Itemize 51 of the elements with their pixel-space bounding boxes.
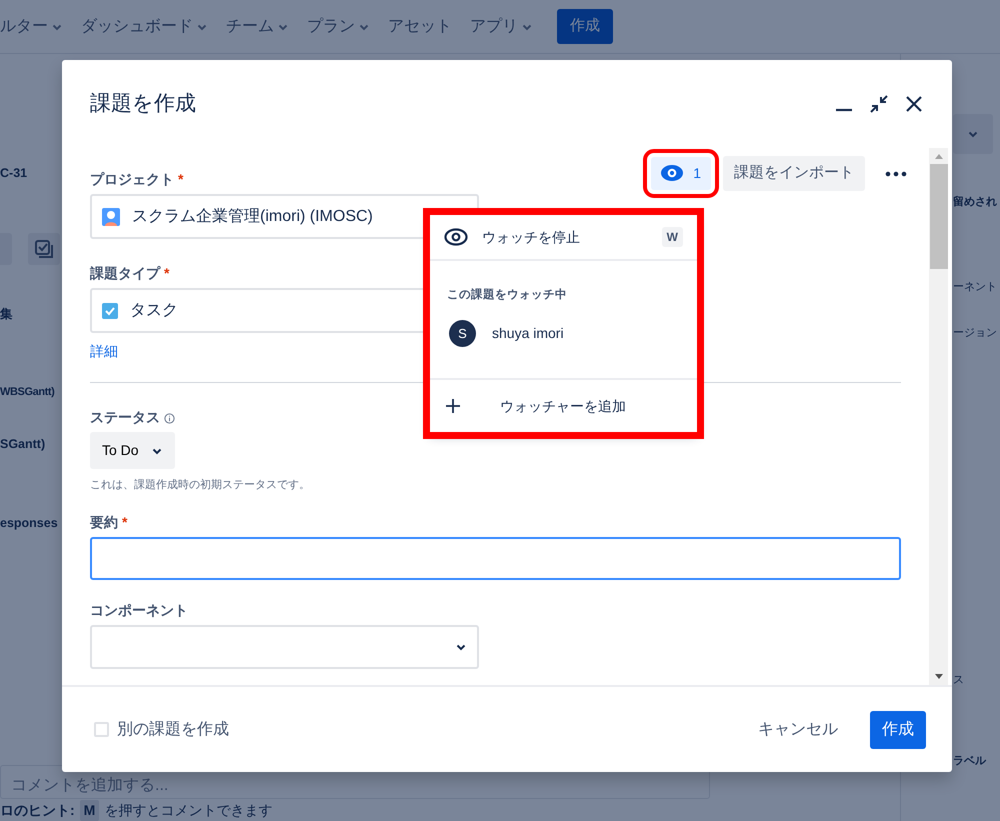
- field-label: 課題タイプ *: [90, 264, 170, 283]
- nav-menu-item[interactable]: プラン: [307, 14, 370, 38]
- avatar: S: [449, 320, 476, 347]
- panel-text: ラベル: [953, 754, 987, 769]
- shortcut-key: W: [662, 227, 683, 247]
- dialog-title: 課題を作成: [90, 91, 196, 117]
- scrollbar[interactable]: [929, 148, 948, 685]
- scroll-down-arrow-icon[interactable]: [934, 673, 944, 681]
- hint-label: ロのヒント:: [0, 801, 75, 820]
- panel-text: ス: [953, 672, 965, 688]
- create-button[interactable]: 作成: [557, 9, 613, 44]
- create-button[interactable]: 作成: [870, 710, 926, 748]
- eye-icon: [661, 165, 684, 182]
- page-text: WBSGantt): [0, 384, 56, 400]
- nav-menu-item[interactable]: チーム: [226, 14, 289, 38]
- project-avatar-icon: [102, 208, 120, 226]
- scroll-thumb[interactable]: [930, 164, 948, 269]
- import-button[interactable]: 課題をインポート: [723, 156, 865, 190]
- panel-text: 留めされ: [953, 194, 998, 210]
- field-label: コンポーネント: [90, 600, 188, 620]
- nav-menu-item[interactable]: ダッシュボード: [81, 14, 208, 38]
- close-icon[interactable]: [904, 94, 924, 114]
- checklist-icon[interactable]: [28, 232, 60, 265]
- scroll-up-arrow-icon[interactable]: [934, 152, 944, 160]
- field-label: ステータス: [90, 407, 175, 428]
- plus-icon: [446, 399, 460, 414]
- nav-menu-item[interactable]: アプリ: [470, 14, 533, 38]
- add-watcher-item[interactable]: ウォッチャーを追加: [430, 378, 697, 432]
- hint-text: を押すとコメントできます: [104, 801, 272, 820]
- page-text: C-31: [0, 165, 28, 182]
- watch-button[interactable]: 1: [651, 156, 711, 190]
- field-label: プロジェクト *: [90, 170, 184, 189]
- field-label: 要約 *: [90, 512, 128, 532]
- page-text: SGantt): [0, 436, 46, 453]
- nav-menu-item[interactable]: アセット: [388, 14, 452, 38]
- collapse-icon[interactable]: [868, 93, 890, 115]
- stop-watching-item[interactable]: ウォッチを停止 W: [430, 215, 697, 261]
- help-text: これは、課題作成時の初期ステータスです。: [90, 478, 311, 493]
- nav-menu-item[interactable]: ルター: [0, 14, 63, 38]
- another-issue-checkbox[interactable]: 別の課題を作成: [94, 718, 229, 742]
- eye-icon: [444, 228, 468, 246]
- details-link[interactable]: 詳細: [90, 341, 118, 362]
- summary-input[interactable]: [90, 536, 901, 580]
- status-dropdown[interactable]: To Do: [90, 432, 175, 469]
- page-text: esponses: [0, 514, 59, 532]
- page-text: 集: [0, 306, 14, 323]
- panel-text: ージョン: [953, 326, 998, 341]
- key-hint: M: [80, 800, 100, 821]
- cancel-button[interactable]: キャンセル: [746, 712, 850, 748]
- panel-text: ーネント: [953, 280, 998, 294]
- task-checkbox-icon: [102, 302, 118, 318]
